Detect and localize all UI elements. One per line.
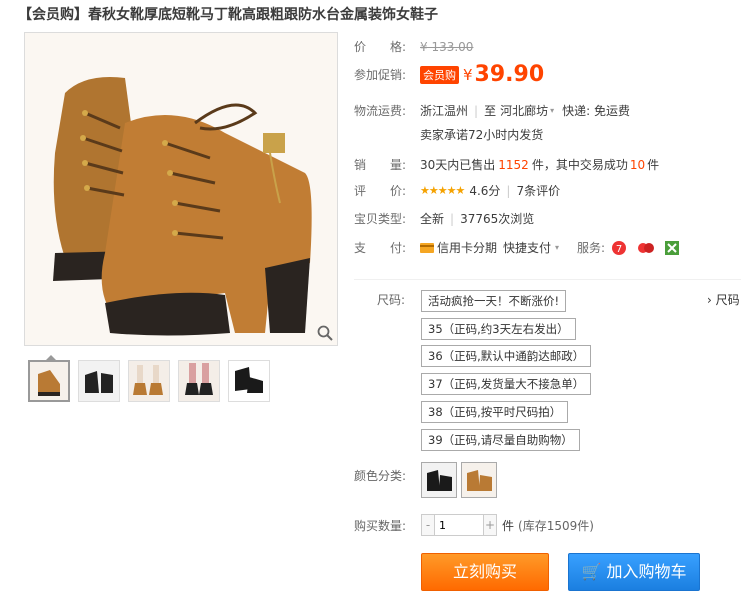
shipping-divider: 至	[484, 104, 497, 118]
promo-currency: ¥	[463, 65, 473, 84]
seven-day-return-icon[interactable]: 7	[611, 240, 627, 256]
quantity-unit: 件	[502, 518, 515, 533]
type-label: 宝贝类型:	[354, 212, 407, 226]
quantity-minus-button[interactable]: -	[422, 515, 434, 535]
credit-installment[interactable]: 信用卡分期	[437, 239, 497, 256]
thumbnail-4[interactable]	[178, 360, 220, 402]
size-option[interactable]: 39（正码,请尽量自助购物）	[421, 429, 580, 451]
boot-illustration	[25, 33, 337, 345]
invoice-icon[interactable]	[665, 240, 680, 255]
cart-icon: 🛒	[581, 562, 602, 581]
sales-sold: 1152	[498, 157, 529, 172]
quantity-stepper: - + 件 (库存1509件)	[421, 514, 594, 536]
payment-label: 支 付:	[354, 241, 407, 255]
thumbnail-1[interactable]	[28, 355, 70, 402]
chevron-down-icon[interactable]: ▾	[550, 106, 554, 115]
size-option[interactable]: 36（正码,默认中通韵达邮政）	[421, 345, 592, 367]
shipping-separator: |	[474, 103, 479, 118]
product-title: 【会员购】春秋女靴厚底短靴马丁靴高跟粗跟防水台金属装饰女鞋子	[18, 7, 438, 23]
chevron-down-icon[interactable]: ▾	[555, 243, 559, 252]
quantity-input[interactable]	[434, 515, 484, 535]
promo-price: 39.90	[474, 62, 545, 87]
review-count-link[interactable]: 7条评价	[516, 182, 560, 199]
sales-mid: 件，其中交易成功	[531, 158, 628, 172]
type-separator: |	[450, 211, 455, 226]
quantity-label: 购买数量:	[354, 519, 407, 533]
payment-row: 支 付: 信用卡分期 快捷支付 ▾ 服务: 7	[354, 239, 680, 256]
size-option[interactable]: 38（正码,按平时尺码拍）	[421, 401, 569, 423]
svg-text:7: 7	[616, 244, 622, 255]
original-price: ¥ 133.00	[420, 39, 474, 54]
service-label: 服务:	[577, 241, 606, 255]
add-to-cart-label: 加入购物车	[606, 562, 687, 581]
shipping-promise: 卖家承诺72小时内发货	[420, 128, 544, 142]
view-count: 37765次浏览	[460, 212, 535, 226]
rating-label: 评 价:	[354, 184, 407, 198]
price-row: 价 格: ¥ 133.00	[354, 38, 473, 55]
size-label: 尺码:	[377, 293, 406, 307]
color-label: 颜色分类:	[354, 469, 407, 483]
type-value: 全新	[420, 212, 445, 226]
rating-score: 4.6分	[469, 184, 501, 198]
quantity-plus-button[interactable]: +	[484, 515, 496, 535]
promo-tag: 会员购	[420, 65, 459, 84]
thumbnail-2[interactable]	[78, 360, 120, 402]
color-option-black[interactable]	[421, 462, 457, 498]
type-row: 宝贝类型: 全新 | 37765次浏览	[354, 210, 534, 227]
size-option[interactable]: 35（正码,约3天左右发出）	[421, 318, 576, 340]
sales-row: 销 量: 30天内已售出 1152 件，其中交易成功 10 件	[354, 156, 659, 173]
sales-success: 10	[629, 157, 646, 172]
credit-card-icon	[420, 242, 434, 253]
sales-prefix: 30天内已售出	[420, 158, 496, 172]
price-label: 价 格:	[354, 40, 407, 54]
shipping-label: 物流运费:	[354, 104, 407, 118]
rating-row: 评 价: ★★★★★ 4.6分 | 7条评价	[354, 182, 560, 199]
zoom-icon[interactable]	[317, 325, 333, 341]
rating-stars-icon: ★★★★★	[420, 184, 465, 197]
size-side-label: › 尺码	[707, 293, 740, 307]
guarantee-icon[interactable]	[637, 241, 655, 255]
sales-label: 销 量:	[354, 158, 407, 172]
thumbnail-3[interactable]	[128, 360, 170, 402]
thumbnail-5[interactable]	[228, 360, 270, 402]
shipping-destination[interactable]: 河北廊坊	[500, 102, 548, 119]
thumbnail-strip	[28, 355, 270, 402]
size-option[interactable]: 37（正码,发货量大不接急单）	[421, 373, 592, 395]
sales-suffix: 件	[647, 158, 660, 172]
buy-now-button[interactable]: 立刻购买	[421, 553, 549, 591]
promo-row: 参加促销: 会员购 ¥ 39.90	[354, 62, 544, 87]
shipping-fee: 快递: 免运费	[562, 104, 630, 118]
shipping-from: 浙江温州	[420, 104, 469, 118]
size-option[interactable]: 活动疯抢一天！不断涨价!	[421, 290, 567, 312]
stock-count: (库存1509件)	[518, 518, 594, 533]
rating-separator: |	[506, 183, 511, 198]
main-product-image[interactable]	[24, 32, 338, 346]
add-to-cart-button[interactable]: 🛒 加入购物车	[568, 553, 700, 591]
color-option-brown[interactable]	[461, 462, 497, 498]
quick-pay[interactable]: 快捷支付	[503, 239, 551, 256]
promo-label: 参加促销:	[354, 68, 407, 82]
shipping-row: 物流运费: 浙江温州 | 至 河北廊坊 ▾ 快递: 免运费	[354, 102, 630, 119]
